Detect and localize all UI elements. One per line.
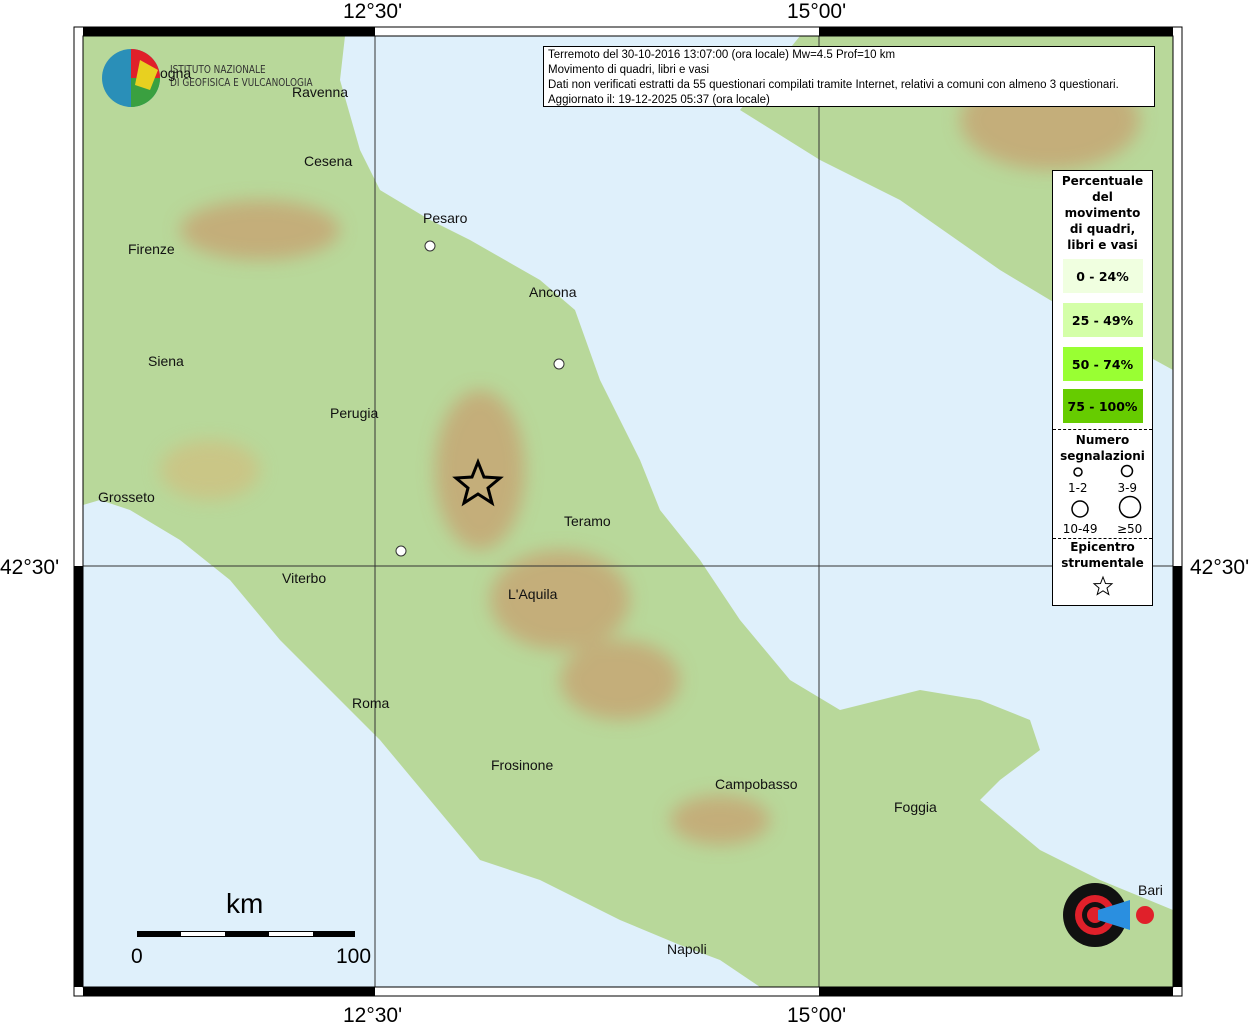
event-title: Terremoto del 30-10-2016 13:07:00 (ora l… [548, 49, 896, 61]
lon-label-top-2: 15°00' [787, 0, 847, 23]
city-label: Foggia [894, 799, 937, 815]
count-legend-title: Numero segnalazioni [1060, 433, 1145, 463]
legend-class-0: 0 - 24% [1062, 259, 1143, 293]
city-label: Pesaro [423, 210, 468, 226]
ingv-logo-globe [102, 49, 160, 107]
lon-label-top-1: 12°30' [343, 0, 403, 23]
city-label: Viterbo [282, 570, 327, 586]
city-label: Bari [1138, 882, 1163, 898]
event-subtitle: Movimento di quadri, libri e vasi [548, 64, 710, 76]
count-legend: 1-2 3-9 [1053, 464, 1152, 495]
legend: Percentuale del movimento di quadri, libri e… [1052, 170, 1153, 606]
city-label: Siena [148, 353, 184, 369]
city-label: Ancona [529, 284, 577, 300]
event-updated: Aggiornato il: 19-12-2025 05:37 (ora loc… [548, 94, 770, 106]
city-label: Firenze [128, 241, 175, 257]
city-label: Grosseto [98, 489, 155, 505]
city-label: Perugia [330, 405, 379, 421]
event-info-box: Terremoto del 30-10-2016 13:07:00 (ora l… [543, 46, 1155, 107]
city-label: Ravenna [292, 84, 349, 100]
lon-label-bottom-2: 15°00' [787, 1004, 847, 1027]
city-label: Teramo [564, 513, 611, 529]
scale-unit: km [226, 888, 264, 919]
lat-label-right: 42°30' [1190, 556, 1250, 579]
epicenter-star-icon [1092, 575, 1113, 596]
legend-class-3: 75 - 100% [1062, 389, 1143, 423]
city-label: Frosinone [491, 757, 554, 773]
lat-label-left: 42°30' [0, 556, 60, 579]
epicenter-legend-title: Epicentro strumentale [1061, 540, 1144, 570]
city-label: Roma [352, 695, 390, 711]
city-label: ogna [160, 65, 192, 81]
scale-max: 100 [336, 945, 372, 968]
lon-label-bottom-1: 12°30' [343, 1004, 403, 1027]
city-label: Cesena [304, 153, 353, 169]
scale-bar [137, 931, 355, 937]
city-label: Napoli [667, 941, 707, 957]
scale-min: 0 [131, 945, 143, 968]
legend-class-2: 50 - 74% [1062, 347, 1143, 381]
city-label: L'Aquila [508, 586, 558, 602]
event-note: Dati non verificati estratti da 55 quest… [548, 79, 1119, 91]
legend-title: Percentuale del movimento di quadri, libri e… [1061, 174, 1144, 252]
city-label: Campobasso [715, 776, 798, 792]
legend-class-1: 25 - 49% [1062, 303, 1143, 337]
